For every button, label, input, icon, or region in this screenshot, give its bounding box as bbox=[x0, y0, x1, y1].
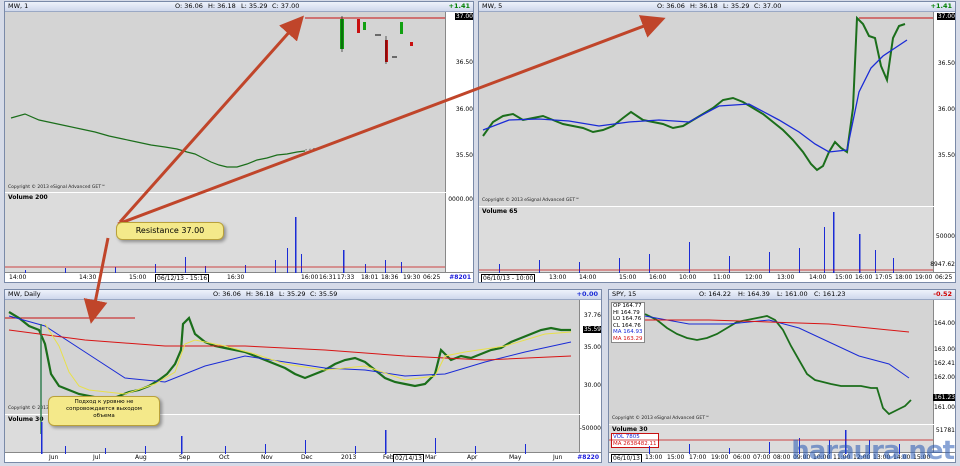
resistance-text: Resistance 37.00 bbox=[135, 226, 205, 235]
volume-note-callout: Подход к уровню не сопровождается выходо… bbox=[48, 396, 160, 426]
price-line bbox=[8, 311, 571, 402]
price-line bbox=[482, 15, 906, 172]
ma-red bbox=[645, 319, 910, 333]
chart-pane-mw-5min[interactable]: MW, 5 O: 36.06 H: 36.18 L: 35.29 C: 37.0… bbox=[478, 1, 956, 283]
candle bbox=[363, 22, 366, 30]
price-chart-svg bbox=[5, 16, 445, 273]
price-line bbox=[10, 113, 306, 168]
chart-pane-mw-1min[interactable]: MW, 1 O: 36.06 H: 36.18 L: 35.29 C: 37.0… bbox=[4, 1, 474, 283]
note-line: объема bbox=[93, 413, 115, 419]
candle bbox=[400, 22, 403, 34]
candle bbox=[357, 19, 360, 33]
note-line: Подход к уровню не bbox=[74, 399, 134, 405]
chart-pane-mw-daily[interactable]: MW, Daily O: 36.06 H: 36.18 L: 35.29 C: … bbox=[4, 289, 602, 463]
candle bbox=[410, 42, 413, 46]
volume-bars bbox=[41, 422, 526, 454]
candle bbox=[385, 40, 388, 62]
price-chart-svg bbox=[479, 15, 933, 273]
volume-bars bbox=[499, 212, 894, 273]
resistance-callout: Resistance 37.00 bbox=[116, 222, 224, 240]
price-chart-svg bbox=[5, 311, 572, 454]
note-line: сопровождается выходом bbox=[66, 406, 142, 412]
price-line bbox=[644, 313, 912, 416]
ma-line bbox=[482, 39, 908, 153]
ma-blue bbox=[644, 315, 910, 379]
ma-yellow bbox=[44, 323, 572, 395]
ma-red bbox=[8, 329, 572, 361]
site-watermark: haraura.net bbox=[791, 436, 955, 466]
